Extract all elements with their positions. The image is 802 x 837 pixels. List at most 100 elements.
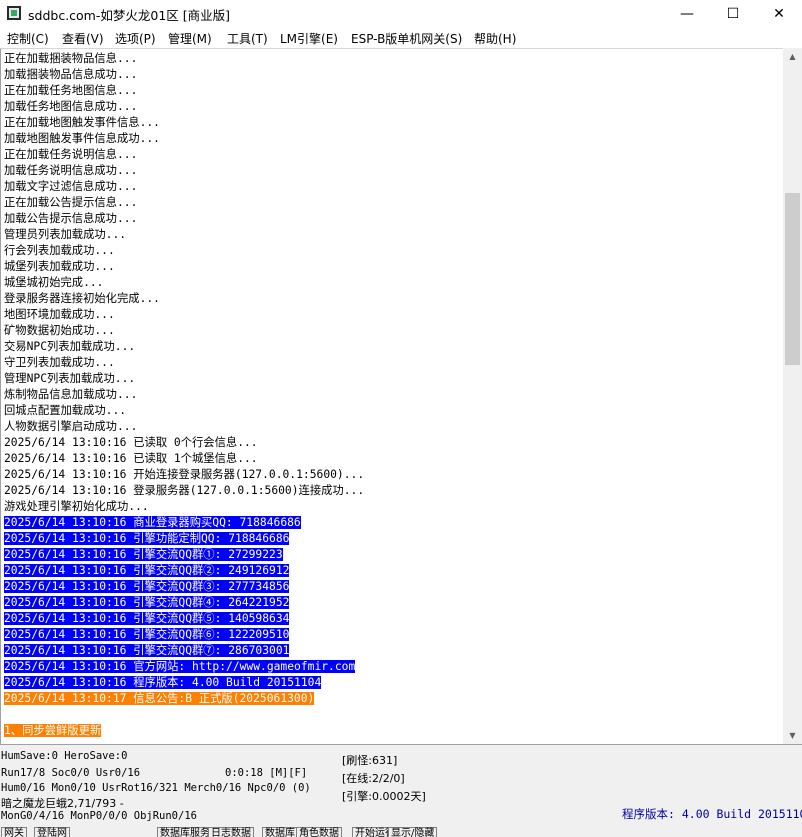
log-line-text: 加载任务说明信息成功... bbox=[4, 164, 138, 177]
maximize-button[interactable]: ☐ bbox=[710, 0, 756, 27]
app-icon bbox=[7, 6, 21, 20]
log-line: 管理员列表加载成功... bbox=[4, 227, 126, 243]
status-mong: MonG0/4/16 MonP0/0/0 ObjRun0/16 bbox=[1, 810, 197, 822]
status-monster: 暗之魔龙巨蛾2,71/793 - bbox=[1, 797, 124, 810]
menu-view[interactable]: 查看(V) bbox=[62, 30, 104, 47]
log-line-text: 2025/6/14 13:10:16 引擎交流QQ群⑤: 140598634 bbox=[4, 612, 290, 625]
log-textarea[interactable]: 正在加载捆装物品信息... 加载捆装物品信息成功... 正在加载任务地图信息... 加… bbox=[0, 48, 784, 745]
scroll-thumb[interactable] bbox=[785, 193, 800, 365]
log-line: 正在加载任务说明信息... bbox=[4, 147, 137, 163]
log-line-text: 地图环境加载成功... bbox=[4, 308, 115, 321]
log-line-text: 管理NPC列表加载成功... bbox=[4, 372, 136, 385]
minimize-icon: — bbox=[680, 5, 694, 22]
log-line-text: 正在加载任务说明信息... bbox=[4, 148, 138, 161]
log-line-text: 正在加载公告提示信息... bbox=[4, 196, 138, 209]
log-line: 登录服务器连接初始化完成... bbox=[4, 291, 160, 307]
scroll-down-icon[interactable]: ▼ bbox=[783, 727, 802, 744]
log-line-text: 正在加载地图触发事件信息... bbox=[4, 116, 160, 129]
log-line: 2025/6/14 13:10:16 引擎功能定制QQ: 718846686 bbox=[4, 531, 290, 547]
log-line: 地图环境加载成功... bbox=[4, 307, 115, 323]
log-line: 2025/6/14 13:10:16 引擎交流QQ群②: 249126912 bbox=[4, 563, 290, 579]
log-scrollbar[interactable]: ▲ ▼ bbox=[783, 48, 802, 744]
log-line: 加载公告提示信息成功... bbox=[4, 211, 137, 227]
log-line: 炼制物品信息加载成功... bbox=[4, 387, 137, 403]
close-button[interactable]: ✕ bbox=[756, 0, 802, 27]
log-line-text: 加载地图触发事件信息成功... bbox=[4, 132, 160, 145]
log-line-text: 2025/6/14 13:10:16 引擎功能定制QQ: 718846686 bbox=[4, 532, 290, 545]
log-line-text: 回城点配置加载成功... bbox=[4, 404, 127, 417]
log-line: 正在加载地图触发事件信息... bbox=[4, 115, 160, 131]
log-line-text: 2025/6/14 13:10:16 引擎交流QQ群⑥: 122209510 bbox=[4, 628, 290, 641]
log-line-text: 2025/6/14 13:10:16 官方网站: http://www.game… bbox=[4, 660, 356, 673]
log-line-text: 1、同步尝鲜版更新 bbox=[4, 724, 102, 737]
log-line: 加载任务地图信息成功... bbox=[4, 99, 137, 115]
log-line-text: 正在加载任务地图信息... bbox=[4, 84, 138, 97]
log-line-text: 加载文字过滤信息成功... bbox=[4, 180, 138, 193]
menu-tools[interactable]: 工具(T) bbox=[227, 30, 268, 47]
log-line-text: 游戏处理引擎初始化成功... bbox=[4, 500, 149, 513]
log-line-text: 城堡列表加载成功... bbox=[4, 260, 115, 273]
log-line-text: 守卫列表加载成功... bbox=[4, 356, 115, 369]
program-version: 程序版本: 4.00 Build 20151104 bbox=[622, 807, 802, 821]
log-line: 2025/6/14 13:10:16 引擎交流QQ群⑤: 140598634 bbox=[4, 611, 290, 627]
log-line-text: 登录服务器连接初始化完成... bbox=[4, 292, 160, 305]
log-line-text: 加载公告提示信息成功... bbox=[4, 212, 138, 225]
log-line-text: 2025/6/14 13:10:16 开始连接登录服务器(127.0.0.1:5… bbox=[4, 468, 365, 481]
log-line: 守卫列表加载成功... bbox=[4, 355, 115, 371]
log-line: 2025/6/14 13:10:16 已读取 1个城堡信息... bbox=[4, 451, 258, 467]
log-line: 管理NPC列表加载成功... bbox=[4, 371, 135, 387]
log-line: 矿物数据初始成功... bbox=[4, 323, 115, 339]
menu-bar: 控制(C) 查看(V) 选项(P) 管理(M) 工具(T) LM引擎(E) ES… bbox=[0, 27, 802, 48]
menu-control[interactable]: 控制(C) bbox=[7, 30, 49, 47]
log-line: 回城点配置加载成功... bbox=[4, 403, 126, 419]
log-line-text: 管理员列表加载成功... bbox=[4, 228, 127, 241]
log-line: 1、同步尝鲜版更新 bbox=[4, 723, 102, 739]
log-line: 2025/6/14 13:10:16 引擎交流QQ群⑥: 122209510 bbox=[4, 627, 290, 643]
log-line-text: 2025/6/14 13:10:16 引擎交流QQ群③: 277734856 bbox=[4, 580, 290, 593]
log-line-text: 2025/6/14 13:10:16 登录服务器(127.0.0.1:5600)… bbox=[4, 484, 365, 497]
status-engine: [引擎:0.0002天] bbox=[342, 790, 426, 803]
title-bar: sddbc.com-如梦火龙01区 [商业版] — ☐ ✕ bbox=[0, 0, 802, 27]
log-line-text: 2025/6/14 13:10:17 信息公告:B 正式版(2025061300… bbox=[4, 692, 315, 705]
log-line-text: 2025/6/14 13:10:16 程序版本: 4.00 Build 2015… bbox=[4, 676, 322, 689]
log-line-text: 炼制物品信息加载成功... bbox=[4, 388, 138, 401]
log-line-text: 2025/6/14 13:10:16 已读取 1个城堡信息... bbox=[4, 452, 258, 465]
log-line: 2025/6/14 13:10:16 官方网站: http://www.game… bbox=[4, 659, 356, 675]
log-line: 2025/6/14 13:10:16 商业登录器购买QQ: 718846686 bbox=[4, 515, 301, 531]
status-uptime: 0:0:18 [M][F] bbox=[225, 767, 308, 779]
log-line: 加载任务说明信息成功... bbox=[4, 163, 137, 179]
log-line: 加载文字过滤信息成功... bbox=[4, 179, 137, 195]
log-line: 2025/6/14 13:10:16 已读取 0个行会信息... bbox=[4, 435, 258, 451]
maximize-icon: ☐ bbox=[726, 5, 740, 22]
log-line: 2025/6/14 13:10:16 程序版本: 4.00 Build 2015… bbox=[4, 675, 322, 691]
log-line: 城堡列表加载成功... bbox=[4, 259, 115, 275]
status-run: Run17/8 Soc0/0 Usr0/16 bbox=[1, 767, 141, 779]
log-line: 人物数据引擎启动成功... bbox=[4, 419, 137, 435]
log-line-text: 2025/6/14 13:10:16 商业登录器购买QQ: 718846686 bbox=[4, 516, 301, 529]
log-line: 游戏处理引擎初始化成功... bbox=[4, 499, 149, 515]
log-line-text: 2025/6/14 13:10:16 引擎交流QQ群⑦: 286703001 bbox=[4, 644, 290, 657]
menu-options[interactable]: 选项(P) bbox=[115, 30, 156, 47]
status-panel: HumSave:0 HeroSave:0 Run17/8 Soc0/0 Usr0… bbox=[0, 744, 802, 837]
log-line-text: 2025/6/14 13:10:16 引擎交流QQ群②: 249126912 bbox=[4, 564, 290, 577]
log-line-text: 2025/6/14 13:10:16 已读取 0个行会信息... bbox=[4, 436, 258, 449]
status-save: HumSave:0 HeroSave:0 bbox=[1, 750, 128, 762]
log-line-text: 人物数据引擎启动成功... bbox=[4, 420, 138, 433]
log-line: 正在加载捆装物品信息... bbox=[4, 51, 137, 67]
log-line: 2025/6/14 13:10:17 信息公告:B 正式版(2025061300… bbox=[4, 691, 315, 707]
minimize-button[interactable]: — bbox=[664, 0, 710, 27]
menu-esp-gateway[interactable]: ESP-B版单机网关(S) bbox=[351, 30, 462, 47]
log-line-text: 2025/6/14 13:10:16 引擎交流QQ群①: 27299223 bbox=[4, 548, 283, 561]
menu-help[interactable]: 帮助(H) bbox=[474, 30, 516, 47]
status-refresh: [刷怪:631] bbox=[342, 754, 398, 767]
log-line: 加载捆装物品信息成功... bbox=[4, 67, 137, 83]
status-online: [在线:2/2/0] bbox=[342, 772, 405, 785]
scroll-up-icon[interactable]: ▲ bbox=[783, 48, 802, 65]
log-line: 正在加载任务地图信息... bbox=[4, 83, 137, 99]
menu-manage[interactable]: 管理(M) bbox=[168, 30, 212, 47]
log-line-text: 行会列表加载成功... bbox=[4, 244, 115, 257]
menu-lm-engine[interactable]: LM引擎(E) bbox=[280, 30, 338, 47]
log-line: 2025/6/14 13:10:16 引擎交流QQ群③: 277734856 bbox=[4, 579, 290, 595]
log-line: 2025/6/14 13:10:16 引擎交流QQ群⑦: 286703001 bbox=[4, 643, 290, 659]
log-line-text: 交易NPC列表加载成功... bbox=[4, 340, 136, 353]
